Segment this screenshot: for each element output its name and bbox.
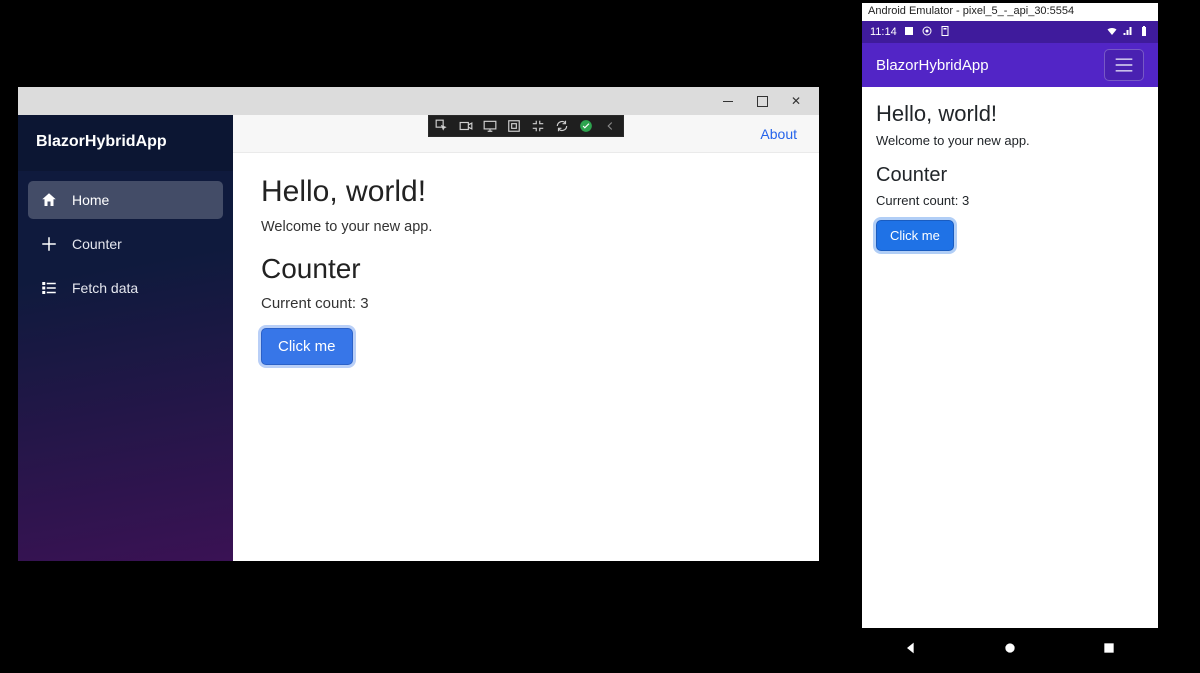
mobile-count-value: 3 <box>962 193 969 208</box>
emulator-titlebar: Android Emulator - pixel_5_-_api_30:5554 <box>862 3 1158 21</box>
window-titlebar <box>18 87 819 115</box>
status-notification-icon <box>903 25 915 40</box>
count-label: Current count: <box>261 295 360 312</box>
dev-refresh-icon[interactable] <box>553 117 571 135</box>
list-icon <box>40 279 58 297</box>
status-debug-icon <box>939 25 951 40</box>
status-time: 11:14 <box>870 26 897 38</box>
android-back-button[interactable] <box>896 633 926 663</box>
sidebar-item-fetch-data[interactable]: Fetch data <box>28 269 223 307</box>
current-count-line: Current count: 3 <box>261 295 791 312</box>
mobile-counter-heading: Counter <box>876 164 1144 187</box>
window-maximize-button[interactable] <box>745 90 779 112</box>
dev-debug-toolbar <box>428 115 624 137</box>
window-minimize-button[interactable] <box>711 90 745 112</box>
mobile-count-label: Current count: <box>876 193 962 208</box>
mobile-page-body: Hello, world! Welcome to your new app. C… <box>862 87 1158 628</box>
plus-icon <box>40 235 58 253</box>
dev-camera-icon[interactable] <box>457 117 475 135</box>
dev-screen-icon[interactable] <box>481 117 499 135</box>
status-left: 11:14 <box>870 25 951 40</box>
topbar: About <box>233 115 819 153</box>
desktop-body: BlazorHybridApp Home Counter <box>18 115 819 561</box>
android-emulator-window: Android Emulator - pixel_5_-_api_30:5554… <box>862 3 1158 668</box>
mobile-click-me-button[interactable]: Click me <box>876 220 954 251</box>
counter-heading: Counter <box>261 253 791 285</box>
sidebar-item-counter[interactable]: Counter <box>28 225 223 263</box>
android-recents-button[interactable] <box>1094 633 1124 663</box>
sidebar: BlazorHybridApp Home Counter <box>18 115 233 561</box>
click-me-button[interactable]: Click me <box>261 328 353 365</box>
battery-icon <box>1138 25 1150 40</box>
android-status-bar: 11:14 <box>862 21 1158 43</box>
mobile-welcome-text: Welcome to your new app. <box>876 133 1144 148</box>
dev-select-element-icon[interactable] <box>433 117 451 135</box>
app-brand: BlazorHybridApp <box>18 115 233 171</box>
mobile-current-count-line: Current count: 3 <box>876 193 1144 208</box>
sidebar-item-label: Counter <box>72 236 122 252</box>
status-right <box>1106 25 1150 40</box>
page-body: Hello, world! Welcome to your new app. C… <box>233 153 819 387</box>
sidebar-item-home[interactable]: Home <box>28 181 223 219</box>
dev-status-ok-icon[interactable] <box>577 117 595 135</box>
welcome-text: Welcome to your new app. <box>261 219 791 235</box>
desktop-app-window: BlazorHybridApp Home Counter <box>18 87 819 561</box>
home-icon <box>40 191 58 209</box>
about-link[interactable]: About <box>760 126 797 142</box>
sidebar-nav: Home Counter Fetch data <box>18 171 233 317</box>
dev-collapse-icon[interactable] <box>601 117 619 135</box>
count-value: 3 <box>360 295 368 312</box>
hamburger-menu-button[interactable] <box>1104 49 1144 81</box>
status-app-icon <box>921 25 933 40</box>
android-home-button[interactable] <box>995 633 1025 663</box>
wifi-icon <box>1106 25 1118 40</box>
hello-heading: Hello, world! <box>261 175 791 209</box>
mobile-hello-heading: Hello, world! <box>876 101 1144 127</box>
sidebar-item-label: Home <box>72 192 109 208</box>
mobile-brand: BlazorHybridApp <box>876 57 989 74</box>
main-content: About Hello, world! Welcome to your new … <box>233 115 819 561</box>
signal-icon <box>1122 25 1134 40</box>
dev-layout-icon[interactable] <box>529 117 547 135</box>
sidebar-item-label: Fetch data <box>72 280 138 296</box>
mobile-navbar: BlazorHybridApp <box>862 43 1158 87</box>
dev-fullscreen-icon[interactable] <box>505 117 523 135</box>
window-close-button[interactable] <box>779 90 813 112</box>
android-nav-bar <box>862 628 1158 668</box>
